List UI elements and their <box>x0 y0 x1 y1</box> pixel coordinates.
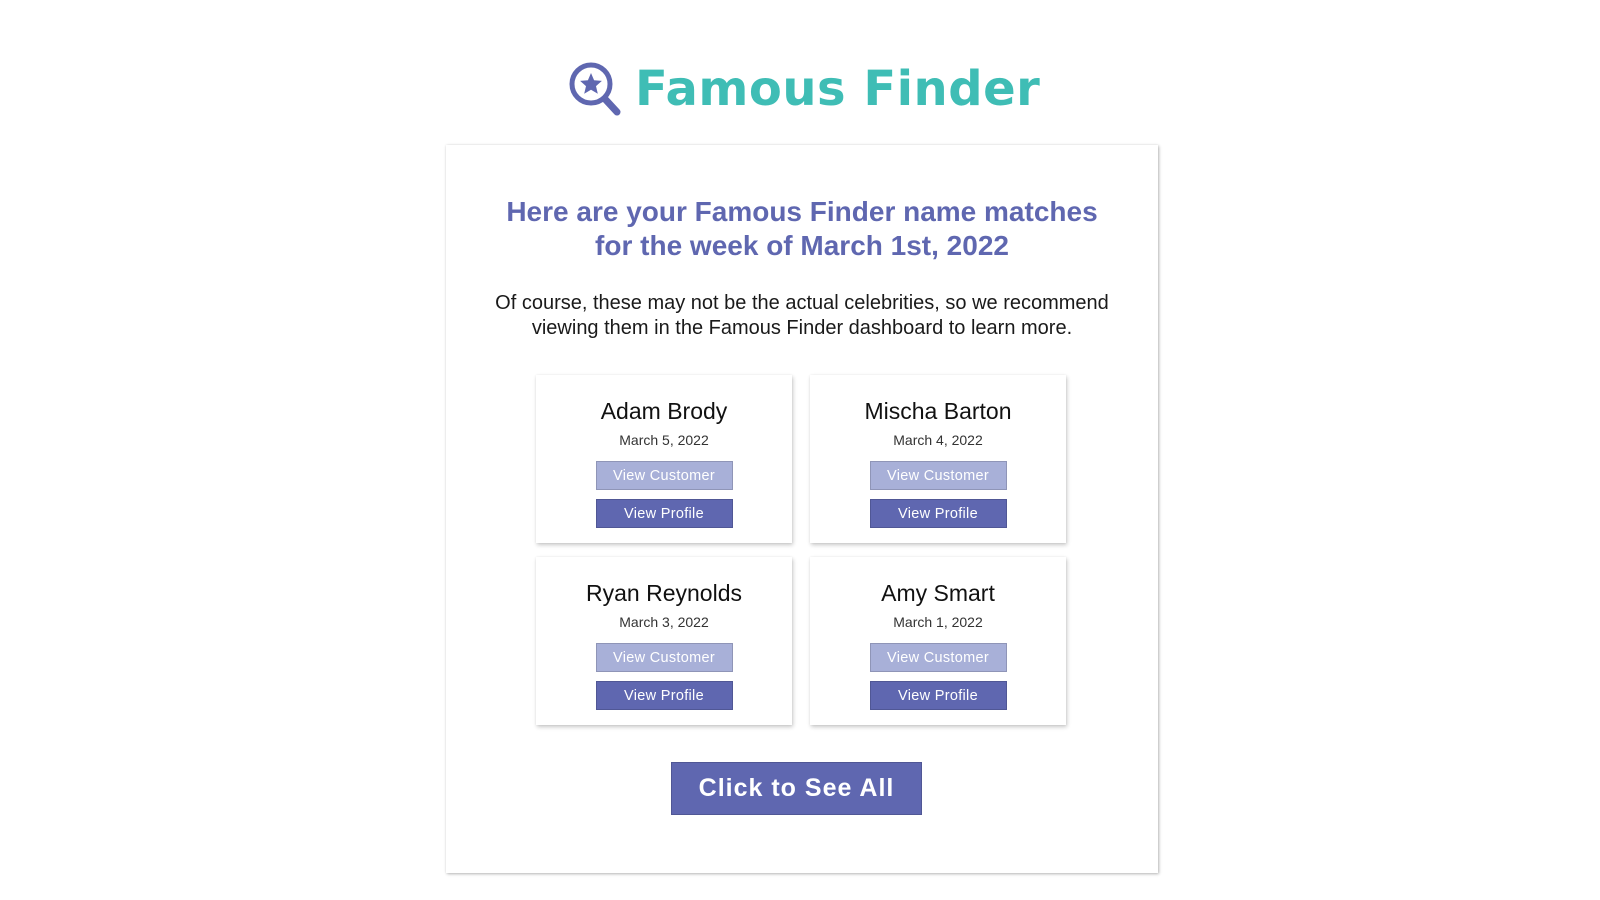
headline-line: for the week of March 1st, 2022 <box>595 230 1009 261</box>
email-panel: Here are your Famous Finder name matches… <box>446 145 1158 873</box>
match-date: March 1, 2022 <box>893 614 983 630</box>
view-profile-button[interactable]: View Profile <box>869 681 1007 710</box>
headline-line: Here are your Famous Finder name matches <box>506 196 1098 227</box>
see-all-button[interactable]: Click to See All <box>671 762 922 815</box>
page: Famous Finder Here are your Famous Finde… <box>0 0 1600 900</box>
view-profile-button[interactable]: View Profile <box>595 499 733 528</box>
match-card: Adam Brody March 5, 2022 View Customer V… <box>536 375 792 543</box>
intro-text: Of course, these may not be the actual c… <box>446 291 1158 341</box>
famous-finder-logo[interactable]: Famous Finder <box>567 60 1040 118</box>
view-profile-button[interactable]: View Profile <box>595 681 733 710</box>
match-name: Amy Smart <box>881 580 995 606</box>
brand-name: Famous Finder <box>635 61 1041 117</box>
match-card: Mischa Barton March 4, 2022 View Custome… <box>810 375 1066 543</box>
view-profile-button[interactable]: View Profile <box>869 499 1007 528</box>
match-date: March 4, 2022 <box>893 432 983 448</box>
match-name: Adam Brody <box>600 398 728 424</box>
view-customer-button[interactable]: View Customer <box>595 643 733 672</box>
match-name: Ryan Reynolds <box>586 580 742 606</box>
headline: Here are your Famous Finder name matches… <box>446 195 1158 263</box>
intro-line: Of course, these may not be the actual c… <box>495 292 1109 314</box>
view-customer-button[interactable]: View Customer <box>869 461 1007 490</box>
intro-line: viewing them in the Famous Finder dashbo… <box>531 317 1073 339</box>
view-customer-button[interactable]: View Customer <box>869 643 1007 672</box>
view-customer-button[interactable]: View Customer <box>595 461 733 490</box>
match-card: Amy Smart March 1, 2022 View Customer Vi… <box>810 557 1066 725</box>
match-cards: Adam Brody March 5, 2022 View Customer V… <box>536 375 1066 725</box>
magnifier-star-icon <box>569 62 621 116</box>
match-card: Ryan Reynolds March 3, 2022 View Custome… <box>536 557 792 725</box>
match-date: March 3, 2022 <box>619 614 709 630</box>
match-date: March 5, 2022 <box>619 432 709 448</box>
match-name: Mischa Barton <box>864 398 1012 424</box>
